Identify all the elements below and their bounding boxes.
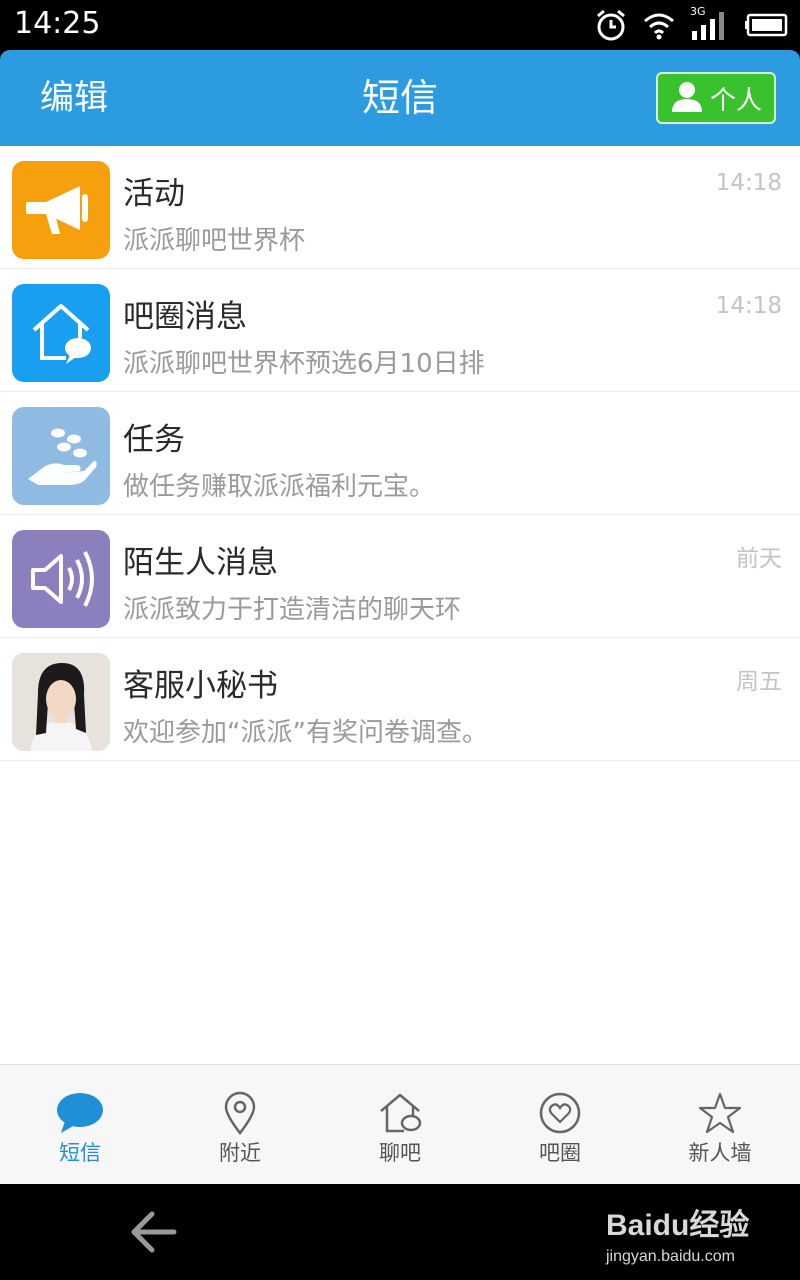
alarm-icon bbox=[594, 8, 628, 42]
message-row-task[interactable]: 任务 做任务赚取派派福利元宝。 bbox=[0, 392, 800, 515]
message-title: 客服小秘书 bbox=[123, 668, 278, 704]
message-time: 周五 bbox=[736, 669, 782, 695]
message-title: 任务 bbox=[123, 422, 185, 458]
message-row-customer-service[interactable]: 客服小秘书 欢迎参加“派派”有奖问卷调查。 周五 bbox=[0, 638, 800, 761]
chat-bubble-icon bbox=[55, 1091, 105, 1135]
tab-circle[interactable]: 吧圈 bbox=[480, 1065, 640, 1184]
tab-newcomer-wall[interactable]: 新人墙 bbox=[640, 1065, 800, 1184]
tab-sms[interactable]: 短信 bbox=[0, 1065, 160, 1184]
message-preview: 派派致力于打造清洁的聊天环 bbox=[123, 595, 462, 625]
watermark-domain: jingyan.baidu.com bbox=[606, 1248, 735, 1265]
status-icons: 3G bbox=[594, 5, 788, 44]
star-icon bbox=[698, 1091, 742, 1135]
app-header: 编辑 短信 个人 bbox=[0, 50, 800, 146]
message-time: 14:18 bbox=[715, 170, 782, 196]
tab-label: 聊吧 bbox=[379, 1141, 421, 1165]
user-icon bbox=[670, 79, 704, 117]
wifi-icon bbox=[642, 10, 676, 40]
message-preview: 派派聊吧世界杯预选6月10日排 bbox=[123, 349, 485, 379]
watermark: Baidu经验 jingyan.baidu.com bbox=[606, 1192, 756, 1274]
tab-label: 吧圈 bbox=[539, 1141, 581, 1165]
house-chat-icon bbox=[12, 284, 110, 382]
personal-button[interactable]: 个人 bbox=[656, 72, 776, 124]
battery-icon bbox=[744, 13, 788, 37]
location-pin-icon bbox=[222, 1091, 258, 1135]
message-preview: 做任务赚取派派福利元宝。 bbox=[123, 472, 436, 502]
message-title: 陌生人消息 bbox=[123, 545, 278, 581]
heart-circle-icon bbox=[538, 1091, 582, 1135]
avatar bbox=[12, 653, 110, 751]
hand-coins-icon bbox=[12, 407, 110, 505]
message-preview: 欢迎参加“派派”有奖问卷调查。 bbox=[123, 718, 488, 748]
tab-nearby[interactable]: 附近 bbox=[160, 1065, 320, 1184]
back-button[interactable] bbox=[126, 1208, 180, 1256]
tab-chatbar[interactable]: 聊吧 bbox=[320, 1065, 480, 1184]
edit-button[interactable]: 编辑 bbox=[40, 50, 108, 146]
back-arrow-icon bbox=[131, 1211, 177, 1253]
tab-label: 短信 bbox=[59, 1141, 101, 1165]
message-list: 活动 派派聊吧世界杯 14:18 吧圈消息 派派聊吧世界杯预选6月10日排 14… bbox=[0, 146, 800, 1064]
message-title: 活动 bbox=[123, 176, 185, 212]
message-row-stranger[interactable]: 陌生人消息 派派致力于打造清洁的聊天环 前天 bbox=[0, 515, 800, 638]
watermark-logo: Baidu经验 bbox=[606, 1209, 750, 1242]
megaphone-icon bbox=[12, 161, 110, 259]
speaker-icon bbox=[12, 530, 110, 628]
message-row-activity[interactable]: 活动 派派聊吧世界杯 14:18 bbox=[0, 146, 800, 269]
system-nav-bar: Baidu经验 jingyan.baidu.com bbox=[0, 1184, 800, 1280]
status-time: 14:25 bbox=[14, 6, 101, 41]
message-title: 吧圈消息 bbox=[123, 299, 247, 335]
network-type-label: 3G bbox=[690, 5, 706, 18]
tab-label: 新人墙 bbox=[688, 1141, 752, 1165]
bottom-tab-bar: 短信 附近 聊吧 吧圈 新人墙 bbox=[0, 1064, 800, 1184]
message-time: 14:18 bbox=[715, 293, 782, 319]
message-row-circle[interactable]: 吧圈消息 派派聊吧世界杯预选6月10日排 14:18 bbox=[0, 269, 800, 392]
signal-icon: 3G bbox=[690, 5, 730, 41]
status-bar: 14:25 3G bbox=[0, 0, 800, 50]
personal-button-label: 个人 bbox=[709, 85, 762, 116]
message-preview: 派派聊吧世界杯 bbox=[123, 226, 306, 256]
house-chat-icon bbox=[378, 1091, 422, 1135]
message-time: 前天 bbox=[736, 546, 782, 572]
tab-label: 附近 bbox=[219, 1141, 261, 1165]
